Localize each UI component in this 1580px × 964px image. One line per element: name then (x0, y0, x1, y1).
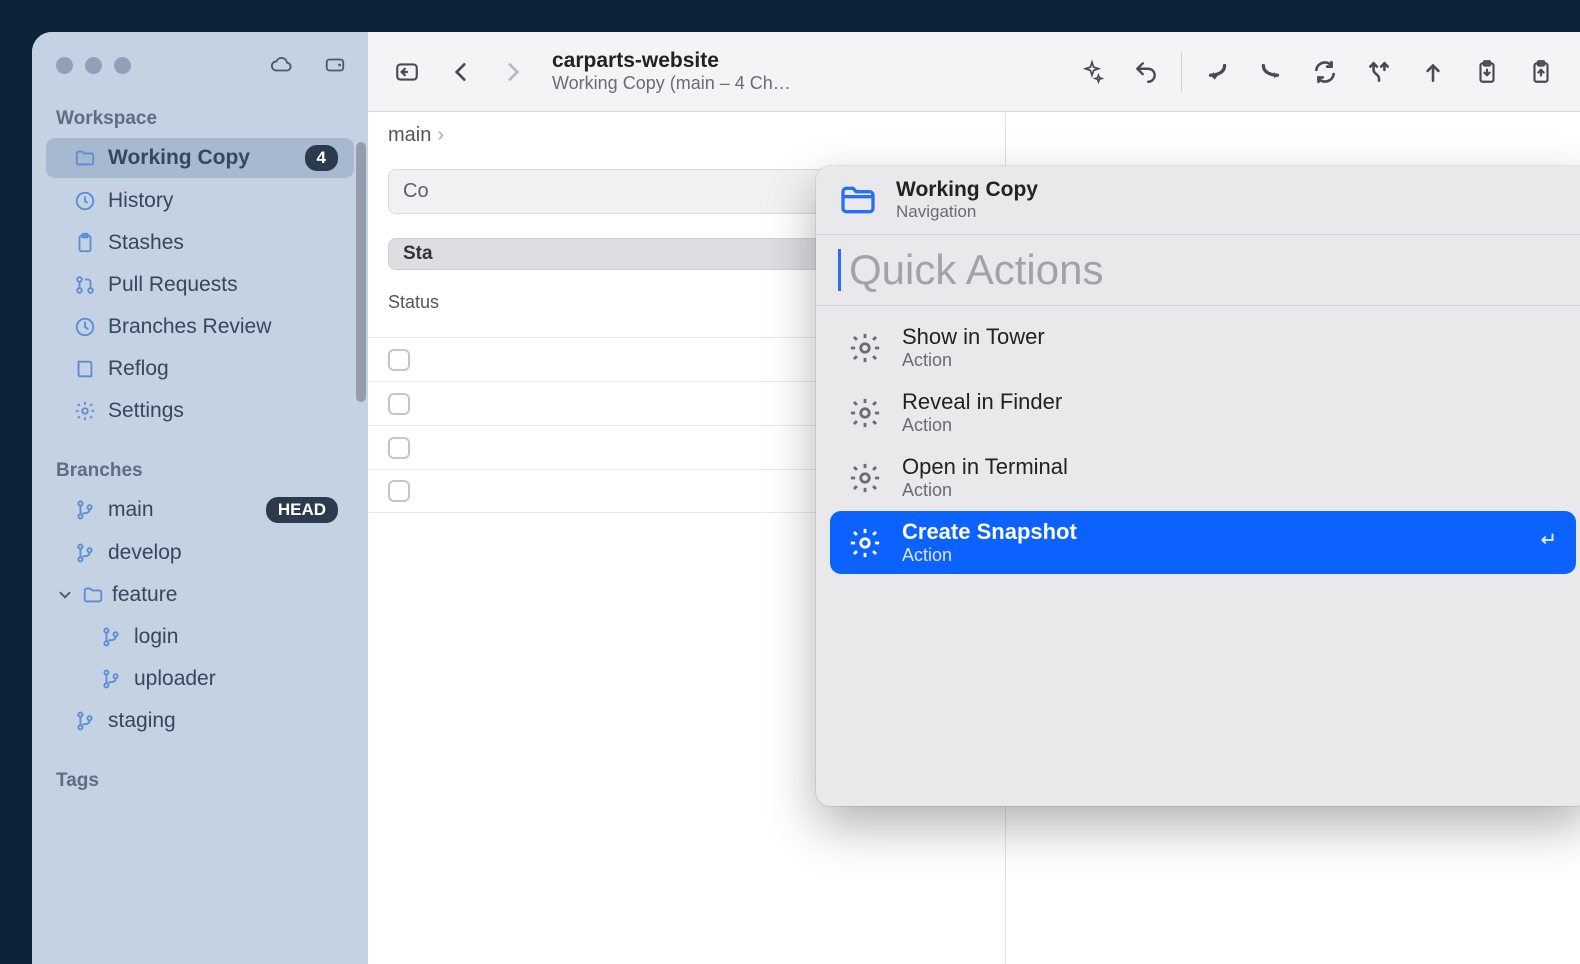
toolbar-title-block[interactable]: carparts-website Working Copy (main – 4 … (552, 49, 812, 94)
gear-icon (848, 331, 882, 365)
branch-item-main[interactable]: main HEAD (46, 490, 354, 530)
branch-item-develop[interactable]: develop (46, 534, 354, 572)
pull-request-icon (74, 274, 96, 296)
head-badge: HEAD (266, 497, 338, 523)
disk-icon[interactable] (322, 54, 348, 76)
quick-actions-header[interactable]: Working Copy Navigation (816, 166, 1580, 235)
quick-actions-results: Show in Tower Action Reveal in Finder Ac… (816, 306, 1580, 806)
stash-pop-button[interactable] (1516, 52, 1566, 92)
quick-action-create-snapshot[interactable]: Create Snapshot Action (830, 511, 1576, 574)
sidebar-scrollbar[interactable] (356, 142, 366, 402)
gear-icon (74, 400, 96, 422)
gear-icon (848, 396, 882, 430)
stage-checkbox[interactable] (388, 480, 410, 502)
stage-checkbox[interactable] (388, 349, 410, 371)
gear-icon (848, 526, 882, 560)
undo-button[interactable] (1121, 52, 1171, 92)
quick-action-reveal-in-finder[interactable]: Reveal in Finder Action (830, 381, 1576, 444)
quick-actions-button[interactable] (1067, 52, 1117, 92)
reflog-icon (74, 358, 96, 380)
toolbar-separator (1181, 52, 1182, 92)
push-button[interactable] (1246, 52, 1296, 92)
history-icon (74, 190, 96, 212)
branch-icon (74, 710, 96, 732)
branch-icon (74, 499, 96, 521)
enter-key-icon (1536, 529, 1558, 557)
workspace-section-label: Workspace (32, 98, 368, 136)
folder-icon (82, 584, 104, 606)
sidebar-item-working-copy[interactable]: Working Copy 4 (46, 138, 354, 178)
quick-actions-popover: Working Copy Navigation Quick Actions Sh… (816, 166, 1580, 806)
zoom-window-button[interactable] (114, 57, 131, 74)
sidebar-item-settings[interactable]: Settings (46, 392, 354, 430)
toggle-sidebar-button[interactable] (382, 52, 432, 92)
chevron-down-icon (56, 586, 74, 604)
changes-count-badge: 4 (305, 145, 338, 171)
tags-section-label: Tags (32, 760, 368, 798)
stage-checkbox[interactable] (388, 437, 410, 459)
branch-folder-feature[interactable]: feature (46, 576, 354, 614)
sidebar-item-reflog[interactable]: Reflog (46, 350, 354, 388)
rebase-button[interactable] (1408, 52, 1458, 92)
pull-button[interactable] (1192, 52, 1242, 92)
app-window: Workspace Working Copy 4 History Stashes… (32, 32, 1580, 964)
fetch-button[interactable] (1300, 52, 1350, 92)
quick-actions-search-input[interactable]: Quick Actions (838, 249, 1568, 291)
breadcrumb-separator-icon: › (437, 124, 444, 147)
stashes-icon (74, 232, 96, 254)
repo-subtitle: Working Copy (main – 4 Ch… (552, 73, 812, 94)
branches-section-label: Branches (32, 450, 368, 488)
quick-action-open-in-terminal[interactable]: Open in Terminal Action (830, 446, 1576, 509)
toolbar: carparts-website Working Copy (main – 4 … (368, 32, 1580, 112)
main-pane: carparts-website Working Copy (main – 4 … (368, 32, 1580, 964)
stash-save-button[interactable] (1462, 52, 1512, 92)
stage-checkbox[interactable] (388, 393, 410, 415)
breadcrumb[interactable]: main › (368, 112, 1005, 159)
review-icon (74, 316, 96, 338)
branch-icon (74, 542, 96, 564)
window-controls (56, 57, 131, 74)
titlebar (32, 32, 368, 98)
folder-icon (74, 147, 96, 169)
branch-item-uploader[interactable]: uploader (46, 660, 354, 698)
nav-forward-button[interactable] (488, 52, 538, 92)
nav-back-button[interactable] (436, 52, 486, 92)
branch-icon (100, 626, 122, 648)
sidebar-item-pull-requests[interactable]: Pull Requests (46, 266, 354, 304)
sidebar-item-history[interactable]: History (46, 182, 354, 220)
sidebar-item-branches-review[interactable]: Branches Review (46, 308, 354, 346)
minimize-window-button[interactable] (85, 57, 102, 74)
cloud-icon[interactable] (268, 54, 294, 76)
quick-actions-search[interactable]: Quick Actions (816, 235, 1580, 306)
merge-button[interactable] (1354, 52, 1404, 92)
branch-item-login[interactable]: login (46, 618, 354, 656)
repo-title: carparts-website (552, 49, 812, 73)
branch-item-staging[interactable]: staging (46, 702, 354, 740)
gear-icon (848, 461, 882, 495)
sidebar: Workspace Working Copy 4 History Stashes… (32, 32, 368, 964)
folder-open-icon (838, 180, 878, 220)
quick-action-show-in-tower[interactable]: Show in Tower Action (830, 316, 1576, 379)
branch-icon (100, 668, 122, 690)
close-window-button[interactable] (56, 57, 73, 74)
sidebar-item-stashes[interactable]: Stashes (46, 224, 354, 262)
